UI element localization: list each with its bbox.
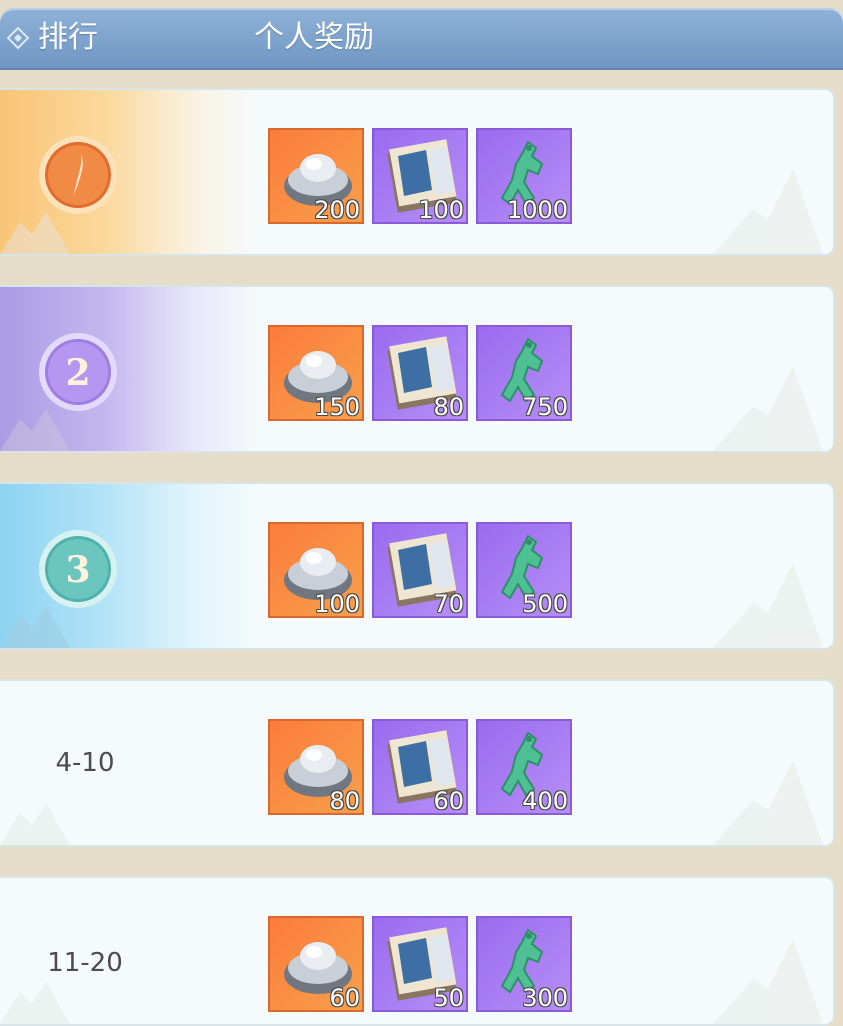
reward-item[interactable]: 80 — [372, 325, 468, 421]
table-row: 2 150 80 750 — [0, 285, 835, 453]
rank-range-label: 4-10 — [55, 748, 115, 778]
reward-item[interactable]: 60 — [372, 719, 468, 815]
reward-item[interactable]: 1000 — [476, 128, 572, 224]
reward-item[interactable]: 80 — [268, 719, 364, 815]
reward-quantity: 50 — [433, 984, 464, 1012]
table-row: 3 100 70 500 — [0, 482, 835, 650]
reward-quantity: 500 — [522, 590, 568, 618]
reward-item[interactable]: 500 — [476, 522, 572, 618]
reward-list: 150 80 750 — [268, 325, 572, 421]
reward-column-header: 个人奖励 — [254, 20, 374, 55]
table-header: 排行 个人奖励 — [0, 8, 843, 70]
rank-column-header: 排行 — [38, 20, 98, 55]
mountain-decoration — [713, 760, 823, 845]
reward-quantity: 150 — [314, 393, 360, 421]
reward-item[interactable]: 50 — [372, 916, 468, 1012]
svg-text:3: 3 — [65, 549, 90, 591]
svg-text:2: 2 — [65, 352, 90, 394]
reward-list: 80 60 400 — [268, 719, 572, 815]
reward-item[interactable]: 750 — [476, 325, 572, 421]
table-row: 200 100 1000 — [0, 88, 835, 256]
reward-quantity: 750 — [522, 393, 568, 421]
rank-1-medal-icon — [39, 136, 117, 214]
table-row: 11-20 60 50 300 — [0, 876, 835, 1026]
rank-2-medal-icon: 2 — [39, 333, 117, 411]
rank-range-label: 11-20 — [47, 948, 123, 978]
reward-quantity: 100 — [418, 196, 464, 224]
reward-item[interactable]: 150 — [268, 325, 364, 421]
reward-quantity: 400 — [522, 787, 568, 815]
reward-quantity: 100 — [314, 590, 360, 618]
reward-item[interactable]: 70 — [372, 522, 468, 618]
reward-quantity: 200 — [314, 196, 360, 224]
reward-quantity: 60 — [329, 984, 360, 1012]
mountain-decoration — [713, 563, 823, 648]
reward-item[interactable]: 200 — [268, 128, 364, 224]
reward-list: 100 70 500 — [268, 522, 572, 618]
mountain-decoration — [713, 939, 823, 1024]
rank-3-medal-icon: 3 — [39, 530, 117, 608]
reward-item[interactable]: 400 — [476, 719, 572, 815]
mountain-decoration — [713, 366, 823, 451]
reward-quantity: 1000 — [506, 196, 568, 224]
reward-quantity: 70 — [433, 590, 464, 618]
table-row: 4-10 80 60 400 — [0, 679, 835, 847]
mountain-decoration — [713, 169, 823, 254]
reward-quantity: 80 — [433, 393, 464, 421]
reward-quantity: 300 — [522, 984, 568, 1012]
reward-list: 60 50 300 — [268, 916, 572, 1012]
reward-item[interactable]: 100 — [372, 128, 468, 224]
reward-item[interactable]: 100 — [268, 522, 364, 618]
reward-quantity: 60 — [433, 787, 464, 815]
reward-item[interactable]: 300 — [476, 916, 572, 1012]
reward-list: 200 100 1000 — [268, 128, 572, 224]
diamond-icon — [6, 26, 30, 50]
reward-item[interactable]: 60 — [268, 916, 364, 1012]
reward-quantity: 80 — [329, 787, 360, 815]
